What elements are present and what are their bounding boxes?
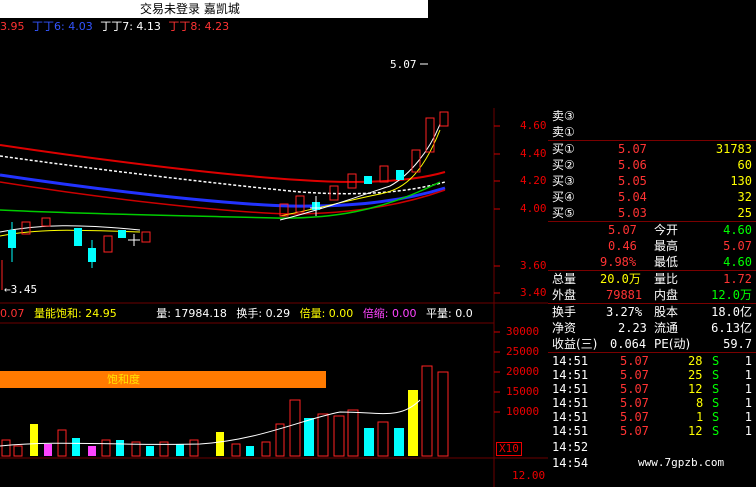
buy-4-volume: 32: [737, 190, 752, 204]
stats-net-assets: 净资 2.23 流通 6.13亿: [548, 320, 756, 336]
stats-total-volume: 总量 20.0万 量比 1.72: [548, 271, 756, 287]
stat-shares-label: 股本: [654, 305, 679, 319]
indicator-bar: 0.07 量能饱和: 24.95 量: 17984.18 换手: 0.29 倍量…: [0, 306, 492, 322]
quote-high: 0.46 最高 5.07: [548, 238, 756, 254]
buy-5-price: 5.03: [618, 206, 647, 220]
quote-low-value: 4.60: [723, 255, 752, 269]
sell-row-3: 卖③: [548, 108, 756, 124]
stat-pe-value: 59.7: [723, 337, 752, 351]
tick-count: 1: [744, 424, 752, 438]
sell-3-label: 卖③: [552, 109, 575, 123]
quote-change-pct: 9.98%: [600, 255, 637, 269]
buy-5-label: 买⑤: [552, 206, 575, 220]
tick-side: S: [712, 424, 720, 438]
stats-outer-inner: 外盘 79881 内盘 12.0万: [548, 287, 756, 303]
buy-3-price: 5.05: [618, 174, 647, 188]
watermark: www.7gpzb.com: [638, 456, 725, 469]
volume-axis-20000: 20000: [506, 365, 540, 378]
stat-inner-label: 内盘: [654, 288, 679, 302]
stat-total-volume-label: 总量: [552, 272, 577, 286]
volume-axis-15000: 15000: [506, 385, 540, 398]
buy-row-4[interactable]: 买④ 5.04 32: [548, 189, 756, 205]
stat-volume-ratio-label: 量比: [654, 272, 679, 286]
stat-float-value: 6.13亿: [711, 321, 752, 335]
volume-scale-label: X10: [496, 442, 522, 456]
quote-open-value: 4.60: [723, 223, 752, 237]
buy-1-label: 买①: [552, 142, 575, 156]
buy-2-price: 5.06: [618, 158, 647, 172]
stat-net-assets-label: 净资: [552, 321, 577, 335]
indicator-flat-volume: 平量: 0.0: [426, 307, 473, 320]
indicator-turnover: 换手: 0.29: [236, 307, 291, 320]
stat-outer-label: 外盘: [552, 288, 577, 302]
high-price-label: 5.07: [390, 58, 417, 71]
tick-price: 5.07: [620, 424, 649, 438]
tick-row: 14:51 5.07 12 S 1: [548, 423, 756, 439]
indicator-double-volume: 倍量: 0.00: [299, 307, 354, 320]
tick-time: 14:52: [552, 440, 589, 454]
buy-2-label: 买②: [552, 158, 575, 172]
quote-last-price: 5.07: [608, 223, 637, 237]
buy-4-price: 5.04: [618, 190, 647, 204]
stat-turnover-value: 3.27%: [606, 305, 643, 319]
quote-open: 5.07 今开 4.60: [548, 222, 756, 238]
stat-total-volume-value: 20.0万: [600, 272, 641, 286]
tick-row: 14:52: [548, 439, 756, 455]
quote-change: 0.46: [608, 239, 637, 253]
low-price-label: ←3.45: [4, 283, 38, 296]
price-axis-4-20: 4.20: [520, 174, 547, 187]
price-axis-3-40: 3.40: [520, 286, 547, 299]
stats-eps: 收益(三) 0.064 PE(动) 59.7: [548, 336, 756, 352]
indicator-saturation: 量能饱和: 24.95: [34, 307, 117, 320]
buy-5-volume: 25: [737, 206, 752, 220]
volume-axis-25000: 25000: [506, 345, 540, 358]
saturation-label: 饱和度: [107, 373, 140, 386]
stat-net-assets-value: 2.23: [618, 321, 647, 335]
stat-float-label: 流通: [654, 321, 679, 335]
stat-turnover-label: 换手: [552, 305, 577, 319]
stat-eps-label: 收益(三): [552, 337, 598, 351]
indicator-value-0: 0.07: [0, 307, 25, 320]
quote-high-value: 5.07: [723, 239, 752, 253]
stat-inner-value: 12.0万: [711, 288, 752, 302]
stat-outer-value: 79881: [606, 288, 643, 302]
buy-1-volume: 31783: [715, 142, 752, 156]
buy-2-volume: 60: [737, 158, 752, 172]
buy-row-3[interactable]: 买③ 5.05 130: [548, 173, 756, 189]
quote-panel: 卖③ 卖① 买① 5.07 31783 买② 5.06 60 买③ 5.05 1…: [548, 108, 756, 487]
stat-eps-value: 0.064: [610, 337, 647, 351]
price-axis-4-00: 4.00: [520, 202, 547, 215]
stat-shares-value: 18.0亿: [711, 305, 752, 319]
tick-time: 14:54: [552, 456, 589, 470]
buy-1-price: 5.07: [618, 142, 647, 156]
buy-row-2[interactable]: 买② 5.06 60: [548, 157, 756, 173]
stat-pe-label: PE(动): [654, 337, 691, 351]
price-axis-4-40: 4.40: [520, 147, 547, 160]
tick-volume: 12: [688, 424, 703, 438]
price-axis-4-60: 4.60: [520, 119, 547, 132]
bottom-axis-label: 12.00: [512, 469, 546, 482]
buy-row-1[interactable]: 买① 5.07 31783: [548, 141, 756, 157]
buy-row-5[interactable]: 买⑤ 5.03 25: [548, 205, 756, 221]
sell-1-label: 卖①: [552, 125, 575, 139]
quote-open-label: 今开: [654, 223, 679, 237]
indicator-volume: 量: 17984.18: [156, 307, 227, 320]
buy-3-volume: 130: [730, 174, 752, 188]
sell-row-1: 卖①: [548, 124, 756, 140]
indicator-double-shrink: 倍缩: 0.00: [362, 307, 417, 320]
saturation-strip: 饱和度: [0, 371, 326, 388]
quote-low-label: 最低: [654, 255, 679, 269]
buy-4-label: 买④: [552, 190, 575, 204]
buy-3-label: 买③: [552, 174, 575, 188]
tick-time: 14:51: [552, 424, 589, 438]
stats-turnover: 换手 3.27% 股本 18.0亿: [548, 304, 756, 320]
volume-axis-10000: 10000: [506, 405, 540, 418]
stat-volume-ratio-value: 1.72: [723, 272, 752, 286]
kline-chart[interactable]: [0, 0, 548, 487]
price-axis-3-60: 3.60: [520, 259, 547, 272]
quote-high-label: 最高: [654, 239, 679, 253]
quote-low: 9.98% 最低 4.60: [548, 254, 756, 270]
volume-axis-30000: 30000: [506, 325, 540, 338]
